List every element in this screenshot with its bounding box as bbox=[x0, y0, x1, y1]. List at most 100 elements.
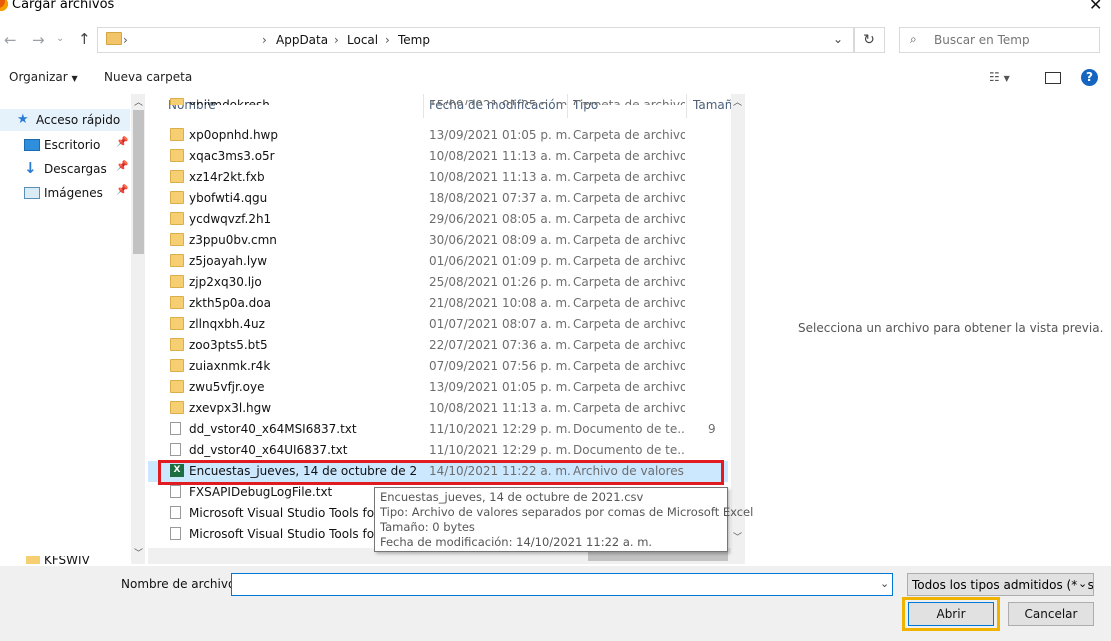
file-name: zxevpx3l.hgw bbox=[189, 401, 272, 415]
file-row[interactable]: xp0opnhd.hwp 13/09/2021 01:05 p. m. Carpet… bbox=[148, 125, 728, 146]
highlight-box-yellow bbox=[902, 597, 1000, 631]
scroll-up-icon[interactable]: ︿ bbox=[134, 95, 143, 108]
pictures-icon bbox=[24, 187, 40, 199]
file-name: ycdwqvzf.2h1 bbox=[189, 212, 272, 226]
back-arrow-icon[interactable]: ← bbox=[4, 31, 17, 49]
file-row[interactable]: zuiaxnmk.r4k 07/09/2021 07:56 p. m. Carpet… bbox=[148, 356, 728, 377]
breadcrumb-separator-icon: › bbox=[262, 33, 267, 47]
horizontal-scroll-thumb[interactable] bbox=[588, 551, 728, 561]
breadcrumb-temp[interactable]: Temp bbox=[398, 33, 430, 47]
sidebar-item-quick-access[interactable]: ★ Acceso rápido bbox=[0, 109, 130, 131]
file-date: 01/06/2021 01:09 p. m. bbox=[429, 254, 572, 268]
sidebar-item-partial[interactable]: KFSWIV bbox=[44, 556, 90, 564]
text-file-icon bbox=[170, 527, 181, 540]
file-type: Carpeta de archivos bbox=[573, 380, 685, 394]
search-box[interactable]: ⌕ bbox=[899, 27, 1100, 53]
pin-icon[interactable]: 📌 bbox=[116, 161, 128, 172]
nav-scroll-thumb[interactable] bbox=[133, 110, 144, 254]
sidebar-item-desktop[interactable]: Escritorio 📌 bbox=[0, 134, 130, 156]
desktop-icon bbox=[24, 139, 40, 151]
search-input[interactable] bbox=[932, 30, 1096, 50]
folder-icon bbox=[26, 556, 40, 564]
folder-icon bbox=[170, 191, 184, 204]
file-date: 29/06/2021 08:05 a. m. bbox=[429, 212, 571, 226]
file-name: z3ppu0bv.cmn bbox=[189, 233, 277, 247]
search-icon: ⌕ bbox=[910, 32, 917, 46]
up-arrow-icon[interactable]: ↑ bbox=[78, 30, 91, 48]
file-type: Carpeta de archivos bbox=[573, 170, 685, 184]
file-name: xqac3ms3.o5r bbox=[189, 149, 275, 163]
preview-pane-icon[interactable] bbox=[1045, 72, 1061, 84]
file-date: 11/10/2021 12:29 p. m. bbox=[429, 443, 572, 457]
file-name: dd_vstor40_x64MSI6837.txt bbox=[189, 422, 357, 436]
address-dropdown-icon[interactable]: ⌄ bbox=[833, 32, 843, 46]
view-options-icon[interactable]: ☷ ▼ bbox=[989, 70, 1010, 84]
file-row[interactable]: z5joayah.lyw 01/06/2021 01:09 p. m. Carpet… bbox=[148, 251, 728, 272]
new-folder-button[interactable]: Nueva carpeta bbox=[104, 70, 192, 84]
file-type-value: Todos los tipos admitidos (*.csv bbox=[912, 578, 1094, 592]
scroll-up-icon[interactable]: ︿ bbox=[733, 95, 742, 108]
file-row[interactable]: zwu5vfjr.oye 13/09/2021 01:05 p. m. Carpet… bbox=[148, 377, 728, 398]
breadcrumb-local[interactable]: Local bbox=[347, 33, 378, 47]
folder-icon bbox=[170, 170, 184, 183]
help-icon[interactable]: ? bbox=[1081, 69, 1098, 86]
tooltip-size: Tamaño: 0 bytes bbox=[380, 520, 475, 534]
file-row[interactable]: zllnqxbh.4uz 01/07/2021 08:07 a. m. Carpet… bbox=[148, 314, 728, 335]
file-type-select[interactable]: Todos los tipos admitidos (*.csv ⌄ bbox=[907, 573, 1094, 596]
folder-icon bbox=[170, 359, 184, 372]
file-row[interactable]: dd_vstor40_x64MSI6837.txt 11/10/2021 12:2… bbox=[148, 419, 728, 440]
file-type: Carpeta de archivos bbox=[573, 212, 685, 226]
pin-icon[interactable]: 📌 bbox=[116, 185, 128, 196]
file-date: 10/08/2021 11:13 a. m. bbox=[429, 170, 571, 184]
file-date: 01/07/2021 08:07 a. m. bbox=[429, 317, 571, 331]
file-name: zoo3pts5.bt5 bbox=[189, 338, 268, 352]
folder-icon bbox=[170, 401, 184, 414]
recent-chevron-icon[interactable]: ⌄ bbox=[56, 33, 64, 44]
text-file-icon bbox=[170, 506, 181, 519]
file-row[interactable]: xnjjmdokresh 15/09/2021 01:05 p. m. Carpet… bbox=[148, 95, 728, 105]
file-name: xp0opnhd.hwp bbox=[189, 128, 278, 142]
file-name: zllnqxbh.4uz bbox=[189, 317, 265, 331]
file-date: 07/09/2021 07:56 p. m. bbox=[429, 359, 572, 373]
sidebar-item-pictures[interactable]: Imágenes 📌 bbox=[0, 182, 130, 204]
sidebar-item-downloads[interactable]: ↓ Descargas 📌 bbox=[0, 158, 130, 180]
folder-icon bbox=[170, 254, 184, 267]
file-list-scrollbar[interactable]: ︿ ﹀ bbox=[731, 94, 745, 564]
file-row[interactable]: zxevpx3l.hgw 10/08/2021 11:13 a. m. Carpet… bbox=[148, 398, 728, 419]
file-date: 13/09/2021 01:05 p. m. bbox=[429, 128, 572, 142]
text-file-icon bbox=[170, 485, 181, 498]
file-row[interactable]: zoo3pts5.bt5 22/07/2021 07:36 a. m. Carpet… bbox=[148, 335, 728, 356]
address-bar[interactable]: › › AppData › Local › Temp ⌄ bbox=[97, 27, 855, 53]
tooltip-type: Tipo: Archivo de valores separados por c… bbox=[380, 505, 754, 519]
scroll-down-icon[interactable]: ﹀ bbox=[134, 546, 143, 559]
file-row[interactable]: z3ppu0bv.cmn 30/06/2021 08:09 a. m. Carpet… bbox=[148, 230, 728, 251]
file-type: Carpeta de archivos bbox=[573, 275, 685, 289]
cancel-button[interactable]: Cancelar bbox=[1008, 602, 1094, 626]
close-icon[interactable]: ✕ bbox=[1089, 0, 1102, 14]
file-name: ybofwti4.qgu bbox=[189, 191, 268, 205]
file-row[interactable]: zjp2xq30.ljo 25/08/2021 01:26 p. m. Carpet… bbox=[148, 272, 728, 293]
file-type: Carpeta de archivos bbox=[573, 317, 685, 331]
file-type: Carpeta de archivos bbox=[573, 128, 685, 142]
pin-icon[interactable]: 📌 bbox=[116, 137, 128, 148]
file-row[interactable]: xqac3ms3.o5r 10/08/2021 11:13 a. m. Carpet… bbox=[148, 146, 728, 167]
file-row[interactable]: ycdwqvzf.2h1 29/06/2021 08:05 a. m. Carpet… bbox=[148, 209, 728, 230]
file-name: xnjjmdokresh bbox=[189, 98, 270, 105]
breadcrumb-appdata[interactable]: AppData bbox=[276, 33, 328, 47]
file-row[interactable]: zkth5p0a.doa 21/08/2021 10:08 a. m. Carpet… bbox=[148, 293, 728, 314]
folder-icon bbox=[170, 128, 184, 141]
filename-dropdown-icon[interactable]: ⌄ bbox=[880, 577, 889, 590]
organize-button[interactable]: Organizar ▼ bbox=[9, 70, 78, 84]
file-row[interactable]: xz14r2kt.fxb 10/08/2021 11:13 a. m. Carpet… bbox=[148, 167, 728, 188]
folder-icon bbox=[170, 317, 184, 330]
file-row[interactable]: ybofwti4.qgu 18/08/2021 07:37 a. m. Carpet… bbox=[148, 188, 728, 209]
refresh-icon[interactable]: ↻ bbox=[853, 27, 885, 53]
forward-arrow-icon[interactable]: → bbox=[32, 31, 45, 49]
folder-icon bbox=[170, 98, 184, 105]
scroll-down-icon[interactable]: ﹀ bbox=[733, 530, 742, 543]
file-type: Carpeta de archivos bbox=[573, 338, 685, 352]
folder-icon bbox=[170, 380, 184, 393]
filename-input[interactable] bbox=[231, 573, 893, 596]
file-row[interactable]: dd_vstor40_x64UI6837.txt 11/10/2021 12:29… bbox=[148, 440, 728, 461]
breadcrumb-separator-icon: › bbox=[123, 33, 128, 47]
